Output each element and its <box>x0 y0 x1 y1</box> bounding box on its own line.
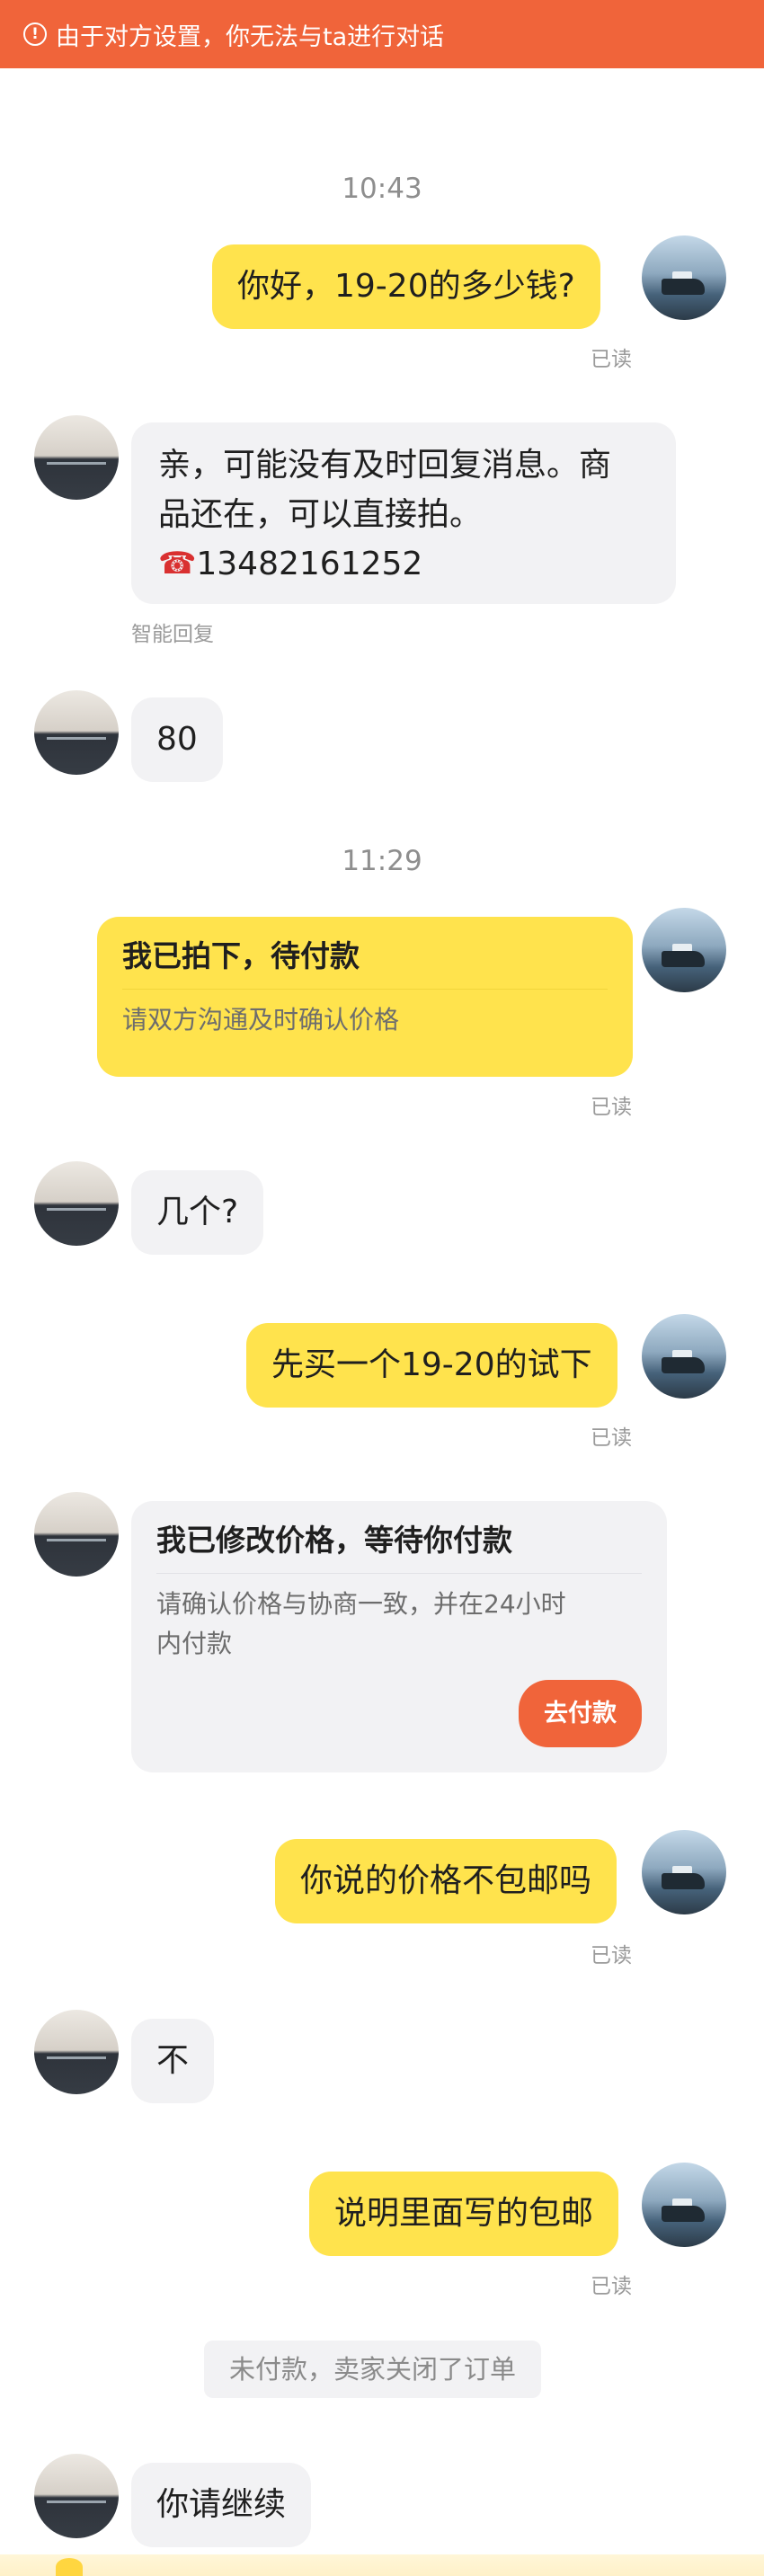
message-text: 你说的价格不包邮吗 <box>300 1862 592 1899</box>
read-status: 已读 <box>591 2275 632 2298</box>
my-message-bubble[interactable]: 先买一个19-20的试下 <box>246 1323 617 1408</box>
pay-button[interactable]: 去付款 <box>519 1680 642 1747</box>
read-status: 已读 <box>591 1426 632 1450</box>
price-card-subtitle: 请确认价格与协商一致，并在24小时 <box>156 1589 566 1619</box>
my-message-bubble[interactable]: 你好，19-20的多少钱? <box>212 244 600 329</box>
message-text: 你请继续 <box>156 2486 287 2523</box>
my-avatar[interactable] <box>642 235 726 320</box>
alert-circle-icon: ! <box>23 22 47 46</box>
seller-avatar[interactable] <box>34 2010 119 2094</box>
my-message-bubble[interactable]: 说明里面写的包邮 <box>309 2172 619 2256</box>
seller-avatar[interactable] <box>34 1492 119 1577</box>
emoji-icon[interactable] <box>56 2558 83 2576</box>
timestamp: 10:43 <box>342 173 422 205</box>
their-message-bubble[interactable]: 不 <box>131 2019 215 2103</box>
seller-avatar[interactable] <box>34 415 119 500</box>
seller-avatar[interactable] <box>34 2454 119 2538</box>
message-text: 几个? <box>156 1194 239 1230</box>
my-avatar[interactable] <box>642 1314 726 1399</box>
restriction-banner: ! 由于对方设置，你无法与ta进行对话 <box>0 0 764 68</box>
message-line: 品还在，可以直接拍。 <box>158 496 483 533</box>
price-card-subtitle: 内付款 <box>156 1629 233 1658</box>
message-text: 80 <box>156 721 198 758</box>
message-text: 先买一个19-20的试下 <box>271 1346 592 1383</box>
order-card-subtitle: 请双方沟通及时确认价格 <box>122 1005 400 1035</box>
message-text: 说明里面写的包邮 <box>334 2195 594 2232</box>
message-text: 你好，19-20的多少钱? <box>237 268 575 305</box>
read-status: 已读 <box>591 1096 632 1119</box>
seller-avatar[interactable] <box>34 690 119 775</box>
banner-text: 由于对方设置，你无法与ta进行对话 <box>56 22 445 51</box>
card-divider <box>122 989 608 990</box>
phone-number[interactable]: 13482161252 <box>196 539 422 589</box>
read-status: 已读 <box>591 348 632 371</box>
my-avatar[interactable] <box>642 1830 726 1914</box>
message-line: 亲，可能没有及时回复消息。商 <box>158 447 612 484</box>
their-message-bubble[interactable]: 80 <box>131 697 223 782</box>
my-message-bubble[interactable]: 你说的价格不包邮吗 <box>275 1839 617 1923</box>
auto-reply-label: 智能回复 <box>131 623 214 646</box>
price-change-card[interactable]: 我已修改价格，等待你付款 请确认价格与协商一致，并在24小时 内付款 去付款 <box>131 1501 667 1772</box>
their-message-bubble[interactable]: 几个? <box>131 1170 264 1255</box>
price-card-title: 我已修改价格，等待你付款 <box>156 1523 512 1558</box>
my-avatar[interactable] <box>642 2163 726 2247</box>
my-avatar[interactable] <box>642 908 726 992</box>
message-text: 不 <box>156 2042 190 2079</box>
their-message-bubble[interactable]: 亲，可能没有及时回复消息。商 品还在，可以直接拍。 ☎ 13482161252 <box>131 422 676 604</box>
bottom-toolbar-edge <box>0 2554 764 2576</box>
seller-avatar[interactable] <box>34 1161 119 1246</box>
order-card[interactable]: 我已拍下，待付款 请双方沟通及时确认价格 <box>97 917 633 1077</box>
telephone-icon: ☎ <box>158 546 197 582</box>
card-divider <box>156 1573 642 1574</box>
read-status: 已读 <box>591 1944 632 1968</box>
timestamp: 11:29 <box>342 845 422 877</box>
order-closed-notice: 未付款，卖家关闭了订单 <box>204 2341 542 2398</box>
order-card-title: 我已拍下，待付款 <box>122 938 360 973</box>
their-message-bubble[interactable]: 你请继续 <box>131 2463 312 2547</box>
